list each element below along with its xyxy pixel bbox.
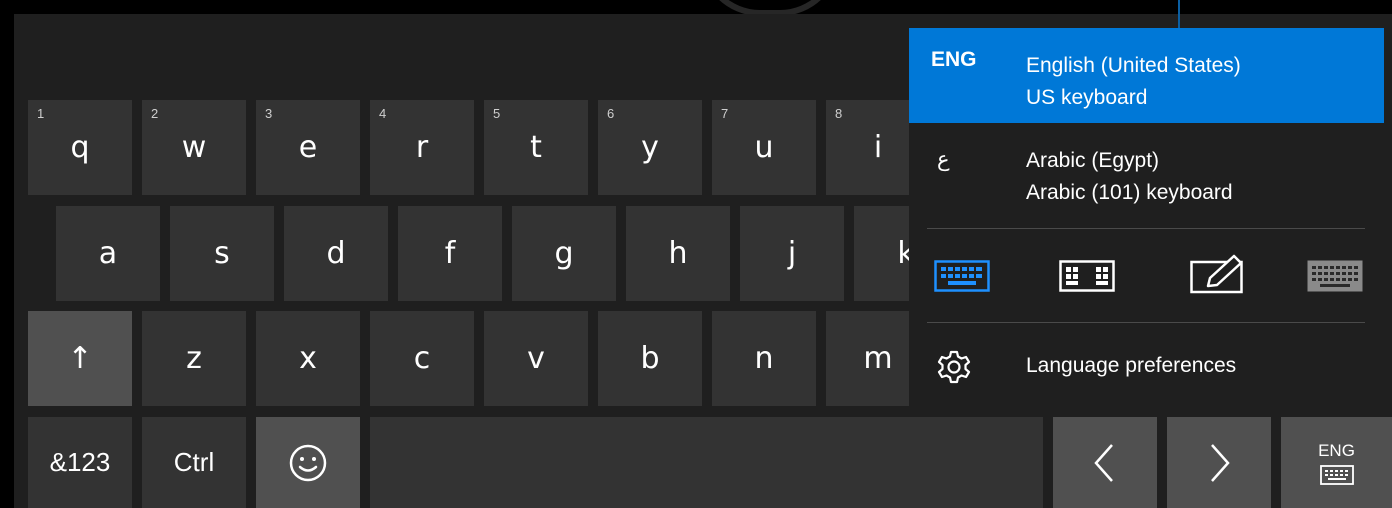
key-label: e	[298, 130, 318, 165]
key-label: t	[530, 130, 542, 165]
full-keyboard-icon	[1307, 260, 1363, 292]
key-label: s	[214, 236, 230, 271]
key-c[interactable]: c	[370, 311, 474, 406]
keyboard-layout-name: Arabic (101) keyboard	[1026, 181, 1233, 204]
key-q[interactable]: 1q	[28, 100, 132, 195]
language-code: ENG	[931, 48, 977, 71]
key-z[interactable]: z	[142, 311, 246, 406]
language-panel: ENG English (United States) US keyboard …	[909, 28, 1384, 409]
key-v[interactable]: v	[484, 311, 588, 406]
divider	[927, 228, 1365, 229]
key-label: h	[668, 236, 688, 271]
key-label: q	[70, 130, 90, 165]
key-number-hint: 7	[721, 106, 729, 121]
right-arrow-key[interactable]	[1167, 417, 1271, 508]
keyboard-layout-name: US keyboard	[1026, 86, 1148, 109]
standard-keyboard-mode-button[interactable]	[930, 254, 994, 298]
key-h[interactable]: h	[626, 206, 730, 301]
key-w[interactable]: 2w	[142, 100, 246, 195]
key-label: d	[326, 236, 346, 271]
key-label: a	[98, 236, 118, 271]
key-label: f	[444, 236, 456, 271]
key-number-hint: 1	[37, 106, 45, 121]
gear-icon	[937, 350, 971, 384]
divider	[927, 322, 1365, 323]
keyboard-icon	[1319, 464, 1354, 485]
emoji-icon	[289, 444, 327, 481]
key-j[interactable]: j	[740, 206, 844, 301]
key-label: g	[554, 236, 574, 271]
language-item-arabic[interactable]: ع Arabic (Egypt) Arabic (101) keyboard	[909, 123, 1384, 218]
shift-key-label: ↑	[67, 341, 93, 376]
key-label: u	[754, 130, 774, 165]
symbols-key-label: &123	[49, 447, 111, 477]
language-name: English (United States)	[1026, 54, 1241, 77]
key-label: m	[863, 341, 893, 376]
key-label: v	[527, 341, 545, 376]
language-preferences-link[interactable]: Language preferences	[909, 333, 1384, 399]
ctrl-key[interactable]: Ctrl	[142, 417, 246, 508]
symbols-key[interactable]: &123	[28, 417, 132, 508]
key-label: r	[415, 130, 429, 165]
key-number-hint: 2	[151, 106, 159, 121]
full-keyboard-mode-button[interactable]	[1303, 254, 1367, 298]
chevron-left-icon	[1094, 443, 1113, 482]
shift-key[interactable]: ↑	[28, 311, 132, 406]
key-number-hint: 5	[493, 106, 501, 121]
language-key[interactable]: ENG	[1281, 417, 1392, 508]
language-name: Arabic (Egypt)	[1026, 149, 1160, 172]
key-g[interactable]: g	[512, 206, 616, 301]
key-f[interactable]: f	[398, 206, 502, 301]
key-t[interactable]: 5t	[484, 100, 588, 195]
key-label: x	[299, 341, 317, 376]
standard-keyboard-icon	[934, 260, 990, 292]
emoji-key[interactable]	[256, 417, 360, 508]
key-b[interactable]: b	[598, 311, 702, 406]
key-label: y	[641, 130, 659, 165]
handwriting-mode-button[interactable]	[1187, 252, 1251, 296]
language-key-label: ENG	[1318, 440, 1355, 460]
language-code: ع	[937, 148, 950, 171]
key-n[interactable]: n	[712, 311, 816, 406]
key-u[interactable]: 7u	[712, 100, 816, 195]
space-bar[interactable]	[370, 417, 1043, 508]
key-number-hint: 4	[379, 106, 387, 121]
key-y[interactable]: 6y	[598, 100, 702, 195]
key-label: n	[754, 341, 774, 376]
key-r[interactable]: 4r	[370, 100, 474, 195]
key-label: c	[413, 341, 431, 376]
language-preferences-label: Language preferences	[1026, 354, 1237, 377]
split-keyboard-icon	[1059, 260, 1115, 292]
key-s[interactable]: s	[170, 206, 274, 301]
key-label: b	[640, 341, 660, 376]
key-number-hint: 3	[265, 106, 273, 121]
key-label: j	[787, 236, 797, 271]
language-item-english[interactable]: ENG English (United States) US keyboard	[909, 28, 1384, 123]
key-label: i	[873, 130, 883, 165]
key-label: w	[181, 130, 207, 165]
key-a[interactable]: a	[56, 206, 160, 301]
key-label: z	[186, 341, 202, 376]
ctrl-key-label: Ctrl	[173, 447, 215, 477]
split-keyboard-mode-button[interactable]	[1055, 254, 1119, 298]
key-e[interactable]: 3e	[256, 100, 360, 195]
key-number-hint: 6	[607, 106, 615, 121]
handwriting-icon	[1190, 254, 1243, 294]
chevron-right-icon	[1211, 443, 1230, 482]
key-number-hint: 8	[835, 106, 843, 121]
key-x[interactable]: x	[256, 311, 360, 406]
key-d[interactable]: d	[284, 206, 388, 301]
left-arrow-key[interactable]	[1053, 417, 1157, 508]
